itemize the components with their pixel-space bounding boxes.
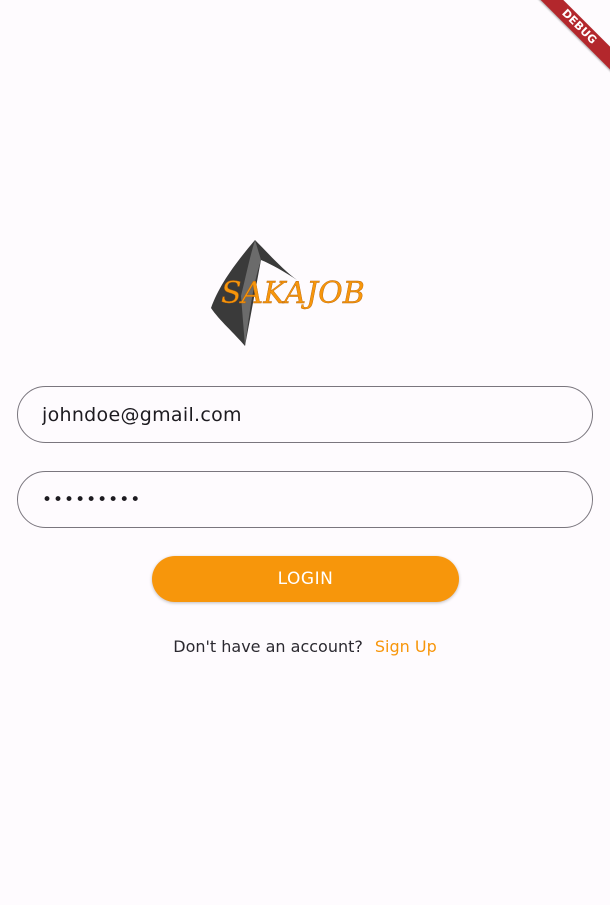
login-button[interactable]: LOGIN bbox=[152, 556, 459, 602]
app-logo: SAKAJOB bbox=[205, 236, 405, 351]
debug-ribbon-label: DEBUG bbox=[527, 0, 610, 79]
password-field[interactable] bbox=[17, 471, 593, 528]
debug-banner: DEBUG bbox=[500, 0, 610, 110]
logo-text: SAKAJOB bbox=[221, 276, 365, 311]
signup-prompt: Don't have an account? bbox=[173, 637, 363, 656]
email-field[interactable] bbox=[17, 386, 593, 443]
email-input[interactable] bbox=[42, 387, 562, 442]
signup-row: Don't have an account? Sign Up bbox=[0, 636, 610, 658]
password-input[interactable] bbox=[42, 472, 562, 527]
sign-up-link[interactable]: Sign Up bbox=[375, 637, 437, 656]
